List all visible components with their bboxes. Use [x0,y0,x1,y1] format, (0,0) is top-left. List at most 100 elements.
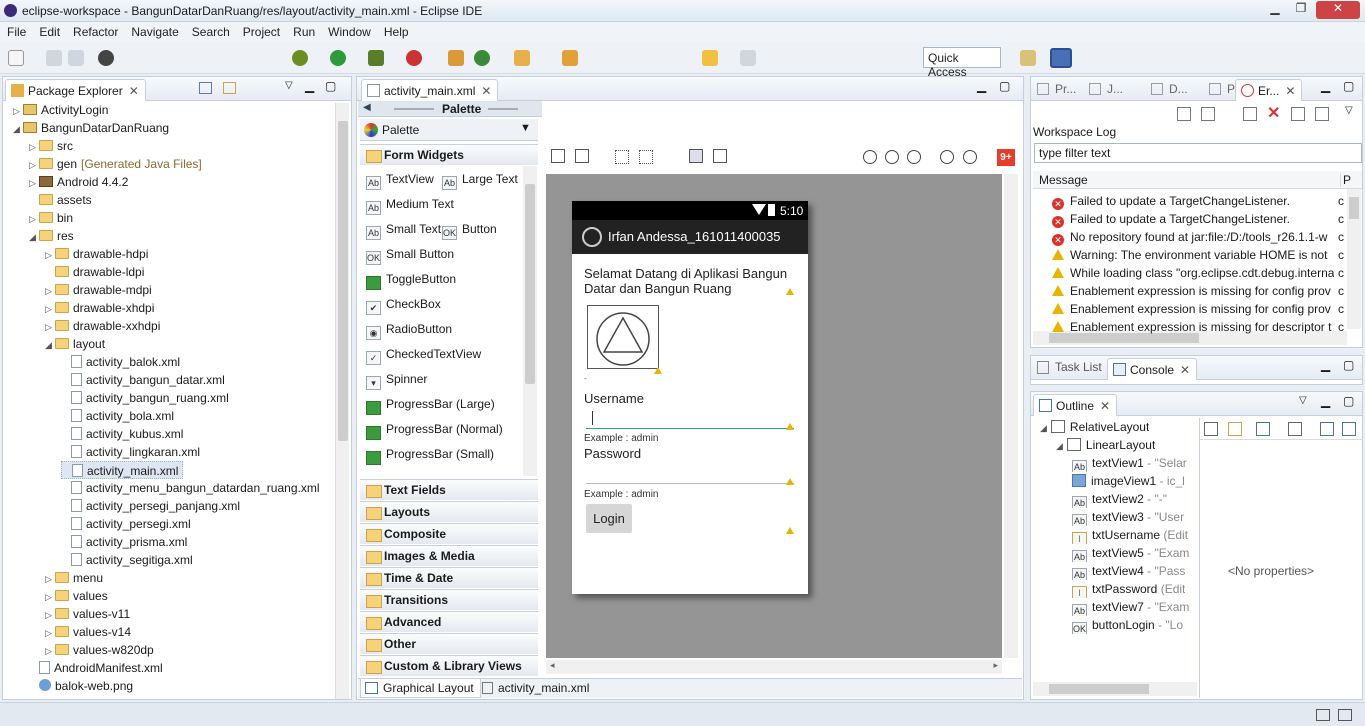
zoom-plus-icon[interactable] [963,150,977,164]
open-log-icon[interactable] [1291,107,1305,121]
filter-icon[interactable] [1228,422,1242,436]
tree-item[interactable]: activity_prisma.xml [61,533,187,551]
palette-widget[interactable]: ✓ CheckedTextView [366,343,481,365]
log-entry[interactable]: Enablement expression is missing for con… [1034,282,1334,300]
maximize-view-icon[interactable]: ▢ [325,79,336,93]
tree-item[interactable]: ▷ bin [29,209,73,227]
console-status-icon[interactable] [1338,709,1352,721]
resize-icon[interactable] [639,150,653,164]
open-type-icon[interactable] [514,50,530,66]
expand-all-icon[interactable] [1320,422,1334,436]
menu-help[interactable]: Help [377,22,415,39]
category-layouts[interactable]: Layouts [360,501,538,522]
maximize-view-icon[interactable]: ▢ [1343,79,1354,93]
outline-item[interactable]: Ab textView4 - "Pass [1072,562,1185,580]
palette-widget[interactable]: ▬ ToggleButton [366,268,456,290]
expand-arrow-icon[interactable]: ▷ [29,210,39,228]
tree-item[interactable]: drawable-ldpi [45,263,144,281]
layout-height-icon[interactable] [713,149,727,163]
menu-window[interactable]: Window [321,22,377,39]
minimize-view-icon[interactable]: ▁ [1321,79,1330,93]
tree-item[interactable]: ▷ values-v11 [45,605,130,623]
palette-widget[interactable]: Ab Medium Text [366,193,454,215]
log-entry[interactable]: Warning: The environment variable HOME i… [1034,246,1334,264]
outline-item[interactable]: Ab textView3 - "User [1072,508,1184,526]
log-entry[interactable]: While loading class "org.eclipse.cdt.deb… [1034,264,1334,282]
tab-outline[interactable]: Outline ✕ [1033,394,1118,416]
show-margins-icon[interactable] [615,150,629,164]
collapse-all-icon[interactable] [1342,422,1356,436]
expand-arrow-icon[interactable]: ◢ [13,120,23,138]
outline-item[interactable]: ItxtUsername (Edit [1072,526,1188,544]
scrollbar-thumb[interactable] [338,121,348,441]
tree-item[interactable]: ▷ values-w820dp [45,641,154,659]
view-menu-icon[interactable]: ▽ [1345,105,1353,116]
maximize-view-icon[interactable]: ▢ [1343,394,1354,408]
coverage-icon[interactable] [406,50,422,66]
categorize-icon[interactable] [1204,422,1218,436]
back-icon[interactable] [702,50,718,66]
col-message[interactable]: Message [1039,173,1088,187]
expand-arrow-icon[interactable]: ▷ [45,246,55,264]
outline-item[interactable]: Ab textView7 - "Exam [1072,598,1189,616]
tree-item[interactable]: activity_balok.xml [61,353,180,371]
expand-arrow-icon[interactable]: ▷ [29,156,39,174]
debug-icon[interactable] [292,50,308,66]
minimize-view-icon[interactable]: ▁ [305,79,314,93]
tree-item[interactable]: ▷ menu [45,569,103,587]
tree-item[interactable]: activity_persegi_panjang.xml [61,497,240,515]
category-advanced[interactable]: Advanced [360,611,538,632]
tree-item[interactable]: AndroidManifest.xml [29,659,163,677]
expand-arrow-icon[interactable]: ▷ [45,318,55,336]
tree-item[interactable]: activity_segitiga.xml [61,551,193,569]
expand-arrow-icon[interactable]: ▷ [45,282,55,300]
tree-item[interactable]: ▷ values [45,587,108,605]
run-icon[interactable] [330,50,346,66]
close-icon[interactable]: ✕ [129,84,139,98]
minimize-view-icon[interactable]: ▁ [1321,394,1330,408]
palette-widget[interactable]: Ab TextView [366,168,434,190]
close-icon[interactable]: ✕ [1285,84,1295,98]
menu-project[interactable]: Project [236,22,286,39]
tree-item[interactable]: activity_bola.xml [61,407,174,425]
ddms-perspective-icon[interactable] [1050,48,1072,68]
maximize-view-icon[interactable]: ▢ [1343,358,1354,372]
tree-item[interactable]: ▷ drawable-xhdpi [45,299,154,317]
maximize-view-icon[interactable]: ▢ [999,79,1010,93]
menu-search[interactable]: Search [185,22,236,39]
log-filter-input[interactable]: type filter text [1034,143,1362,163]
close-icon[interactable]: ✕ [1180,363,1190,377]
expand-arrow-icon[interactable]: ▷ [29,174,39,192]
expand-arrow-icon[interactable]: ▷ [45,300,55,318]
canvas-vscroll[interactable] [1004,174,1018,658]
category-text-fields[interactable]: Text Fields [360,479,538,500]
outline-item[interactable]: Ab textView5 - "Exam [1072,544,1189,562]
zoom-reset-icon[interactable] [907,150,921,164]
expand-arrow-icon[interactable]: ▷ [45,570,55,588]
fit-width-icon[interactable] [551,149,565,163]
tab-task-list[interactable]: Task List [1035,360,1102,374]
login-button[interactable]: Login [586,504,632,533]
tree-item[interactable]: ▷ gen [Generated Java Files] [29,155,202,173]
tree-item[interactable]: activity_bangun_ruang.xml [61,389,229,407]
external-tools-icon[interactable] [368,50,384,66]
palette-widget[interactable]: ▾ Spinner [366,368,427,390]
palette-widget[interactable]: ▬ ProgressBar (Large) [366,393,495,415]
view-menu-icon[interactable]: ▽ [1299,395,1307,406]
menu-refactor[interactable]: Refactor [66,22,124,39]
log-entry[interactable]: ✕ Failed to update a TargetChangeListener… [1034,210,1334,228]
expand-arrow-icon[interactable]: ◢ [1040,423,1047,433]
clear-log-icon[interactable] [1243,107,1257,121]
restore-log-icon[interactable] [1315,107,1329,121]
username-field[interactable] [586,411,794,429]
close-icon[interactable]: ✕ [481,84,491,98]
palette-widget[interactable]: ▬ ProgressBar (Normal) [366,418,503,440]
category-form-widgets[interactable]: Form Widgets [360,144,538,165]
tree-item[interactable]: ▷ drawable-xxhdpi [45,317,160,335]
outline-item[interactable]: ItxtPassword (Edit [1072,580,1185,598]
scrollbar-thumb[interactable] [1349,197,1359,219]
link-editor-icon[interactable] [223,82,236,94]
password-field[interactable] [586,467,794,484]
tree-item[interactable]: ▷ src [29,137,73,155]
delete-log-icon[interactable]: ✕ [1267,103,1280,123]
